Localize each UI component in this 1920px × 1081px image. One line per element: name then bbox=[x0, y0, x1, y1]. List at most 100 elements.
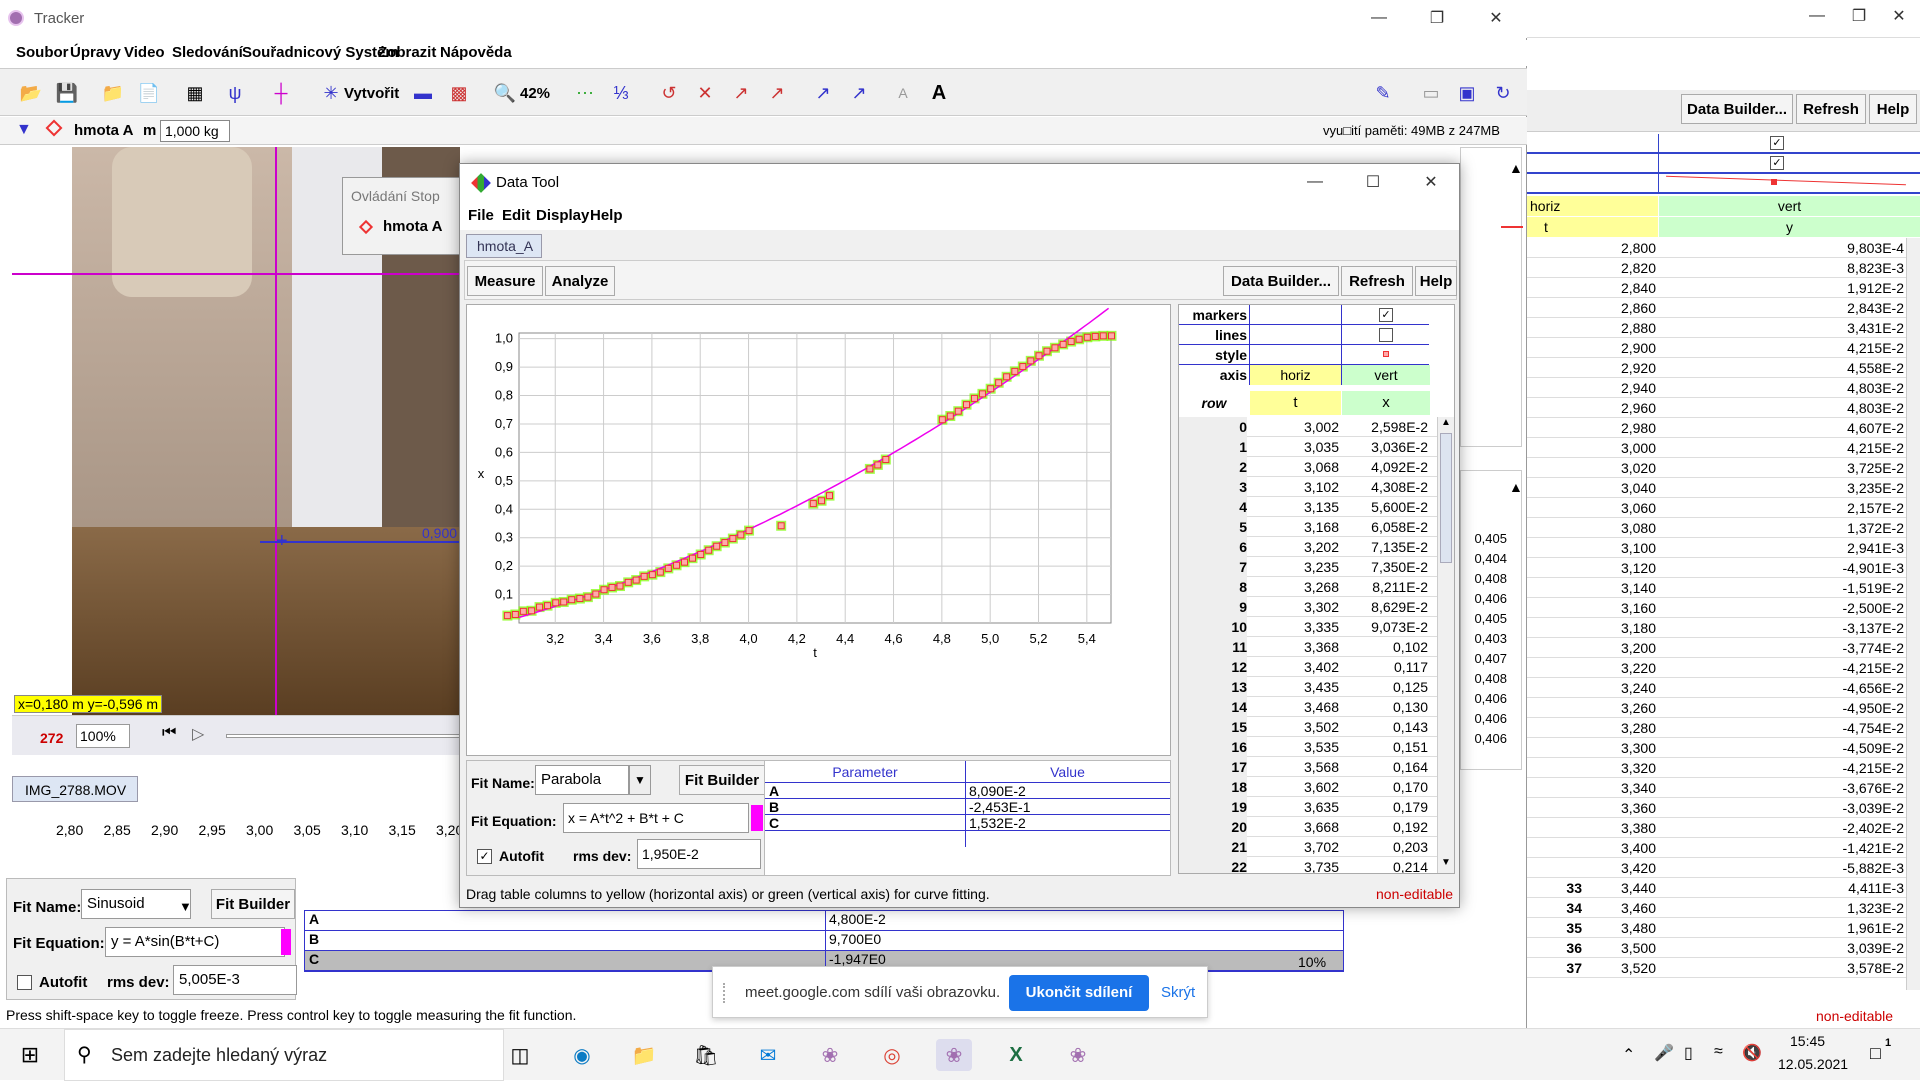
x-cell[interactable]: 0,170 bbox=[1342, 777, 1428, 797]
t-cell[interactable]: 3,535 bbox=[1250, 737, 1339, 757]
x-cell[interactable]: 8,211E-2 bbox=[1342, 577, 1428, 597]
tracker-param-table[interactable]: A 4,800E-2 B 9,700E0 C -1,947E0 bbox=[304, 910, 1344, 972]
x-cell[interactable]: 0,192 bbox=[1342, 817, 1428, 837]
table-row[interactable]: 21 3,702 0,203 bbox=[1179, 837, 1437, 857]
track-name[interactable]: hmota A bbox=[74, 122, 133, 139]
table-row[interactable]: 11 3,368 0,102 bbox=[1179, 637, 1437, 657]
measure-button[interactable]: Measure bbox=[467, 266, 543, 296]
bg-table-row[interactable]: 35 3,480 1,961E-2 bbox=[1526, 918, 1906, 938]
t-cell[interactable]: 3,635 bbox=[1250, 797, 1339, 817]
bg-t-cell[interactable]: 3,200 bbox=[1586, 638, 1656, 658]
bg-t-cell[interactable]: 3,060 bbox=[1586, 498, 1656, 518]
bg-y-cell[interactable]: -4,215E-2 bbox=[1662, 758, 1904, 778]
t-cell[interactable]: 3,302 bbox=[1250, 597, 1339, 617]
bg-t-cell[interactable]: 3,220 bbox=[1586, 658, 1656, 678]
menu-6[interactable]: Nápověda bbox=[440, 40, 512, 66]
bg-y-cell[interactable]: 4,803E-2 bbox=[1662, 398, 1904, 418]
x-cell[interactable]: 0,164 bbox=[1342, 757, 1428, 777]
bg-y-cell[interactable]: -3,676E-2 bbox=[1662, 778, 1904, 798]
play-icon[interactable]: ▷ bbox=[192, 724, 204, 744]
rate-field[interactable]: 100% bbox=[76, 724, 130, 748]
bg-t-cell[interactable]: 3,460 bbox=[1586, 898, 1656, 918]
close-icon[interactable]: ✕ bbox=[1408, 166, 1454, 198]
menu-5[interactable]: Zobrazit bbox=[378, 40, 436, 66]
bg-table-row[interactable]: 3,240 -4,656E-2 bbox=[1526, 678, 1906, 698]
bg-y-cell[interactable]: 4,215E-2 bbox=[1662, 338, 1904, 358]
dt-menu-0[interactable]: File bbox=[468, 202, 494, 230]
window-icon[interactable]: ▣ bbox=[1454, 81, 1480, 105]
bg-y-cell[interactable]: 3,039E-2 bbox=[1662, 938, 1904, 958]
restore-icon[interactable]: ❐ bbox=[1414, 2, 1460, 34]
bg-t-cell[interactable]: 3,140 bbox=[1586, 578, 1656, 598]
bg-y-cell[interactable]: -2,500E-2 bbox=[1662, 598, 1904, 618]
t-col-header[interactable]: t bbox=[1250, 391, 1341, 415]
x-cell[interactable]: 0,151 bbox=[1342, 737, 1428, 757]
t-cell[interactable]: 3,502 bbox=[1250, 717, 1339, 737]
bg-t-cell[interactable]: 2,880 bbox=[1586, 318, 1656, 338]
bg-t-cell[interactable]: 3,480 bbox=[1586, 918, 1656, 938]
bg-t-cell[interactable]: 2,920 bbox=[1586, 358, 1656, 378]
t-cell[interactable]: 3,268 bbox=[1250, 577, 1339, 597]
save-icon[interactable]: 💾 bbox=[54, 81, 80, 105]
x-cell[interactable]: 7,350E-2 bbox=[1342, 557, 1428, 577]
tracker-app2-icon[interactable]: ❀ bbox=[1060, 1039, 1096, 1071]
x-cell[interactable]: 9,073E-2 bbox=[1342, 617, 1428, 637]
tray-chevron-icon[interactable]: ⌃ bbox=[1622, 1045, 1635, 1065]
bg-y-cell[interactable]: 3,431E-2 bbox=[1662, 318, 1904, 338]
tab-hmota-a[interactable]: hmota_A bbox=[466, 234, 542, 258]
table-row[interactable]: 17 3,568 0,164 bbox=[1179, 757, 1437, 777]
menu-3[interactable]: Sledování bbox=[172, 40, 243, 66]
bg-table-row[interactable]: 2,920 4,558E-2 bbox=[1526, 358, 1906, 378]
bg-y-cell[interactable]: -4,754E-2 bbox=[1662, 718, 1904, 738]
bg-refresh-button[interactable]: Refresh bbox=[1796, 94, 1866, 124]
windows-start-icon[interactable]: ⊞ bbox=[12, 1039, 48, 1071]
mail-icon[interactable]: ✉ bbox=[750, 1039, 786, 1071]
bg-markers-checkbox[interactable]: ✓ bbox=[1770, 136, 1784, 150]
x-cell[interactable]: 3,036E-2 bbox=[1342, 437, 1428, 457]
plot-panel[interactable]: 3,2 3,4 3,6 3,8 4,0 4,2 4,4 4,6 4,8 5,0 5,2 5,4 0,1 0… bbox=[466, 304, 1171, 756]
bg-table-row[interactable]: 2,980 4,607E-2 bbox=[1526, 418, 1906, 438]
bg-t-cell[interactable]: 3,280 bbox=[1586, 718, 1656, 738]
fit-plot[interactable]: 3,2 3,4 3,6 3,8 4,0 4,2 4,4 4,6 4,8 5,0 5,2 5,4 0,1 0… bbox=[467, 305, 1170, 755]
dt-menu-2[interactable]: Display bbox=[536, 202, 589, 230]
table-scrollbar[interactable]: ▲ ▼ bbox=[1437, 417, 1454, 873]
bg-table-row[interactable]: 2,900 4,215E-2 bbox=[1526, 338, 1906, 358]
bg-t-cell[interactable]: 3,440 bbox=[1586, 878, 1656, 898]
wifi-icon[interactable]: ≈ bbox=[1714, 1043, 1723, 1061]
bg-t-cell[interactable]: 2,980 bbox=[1586, 418, 1656, 438]
bg-table-row[interactable]: 2,960 4,803E-2 bbox=[1526, 398, 1906, 418]
bg-table-row[interactable]: 3,100 2,941E-3 bbox=[1526, 538, 1906, 558]
position-icon[interactable]: ↺ bbox=[656, 81, 682, 105]
table-row[interactable]: 19 3,635 0,179 bbox=[1179, 797, 1437, 817]
fit-param-table[interactable]: Parameter Value A 8,090E-2 B -2,453E-1 C 1,53… bbox=[764, 760, 1171, 876]
x-cell[interactable]: 5,600E-2 bbox=[1342, 497, 1428, 517]
control-panel-track[interactable]: hmota A bbox=[383, 218, 442, 235]
bg-y-cell[interactable]: 1,961E-2 bbox=[1662, 918, 1904, 938]
frame-number[interactable]: 272 bbox=[40, 730, 63, 746]
bg-y-cell[interactable]: 8,823E-3 bbox=[1662, 258, 1904, 278]
data-builder-button[interactable]: Data Builder... bbox=[1223, 266, 1339, 296]
bg-t-cell[interactable]: 3,300 bbox=[1586, 738, 1656, 758]
bg-y-cell[interactable]: 2,843E-2 bbox=[1662, 298, 1904, 318]
minimize-icon[interactable]: — bbox=[1292, 166, 1338, 198]
bg-table-row[interactable]: 3,080 1,372E-2 bbox=[1526, 518, 1906, 538]
xmass2-icon[interactable]: ↗ bbox=[846, 81, 872, 105]
fit-builder-button[interactable]: Fit Builder bbox=[211, 889, 295, 919]
menu-0[interactable]: Soubor bbox=[16, 40, 69, 66]
close-icon[interactable]: ✕ bbox=[1876, 0, 1920, 32]
maximize-icon[interactable]: ☐ bbox=[1350, 166, 1396, 198]
stop-sharing-button[interactable]: Ukončit sdílení bbox=[1009, 975, 1149, 1011]
scroll-down-icon[interactable]: ▼ bbox=[1441, 857, 1451, 868]
bg-t-cell[interactable]: 3,160 bbox=[1586, 598, 1656, 618]
excel-icon[interactable]: X bbox=[998, 1039, 1034, 1071]
bg-y-cell[interactable]: 4,803E-2 bbox=[1662, 378, 1904, 398]
table-row[interactable]: 5 3,168 6,058E-2 bbox=[1179, 517, 1437, 537]
bg-table-row[interactable]: 3,320 -4,215E-2 bbox=[1526, 758, 1906, 778]
bg-y-cell[interactable]: -4,901E-3 bbox=[1662, 558, 1904, 578]
bg-y-cell[interactable]: -5,882E-3 bbox=[1662, 858, 1904, 878]
param-percent[interactable]: 10% bbox=[1298, 954, 1326, 970]
param-row[interactable]: C 1,532E-2 bbox=[765, 815, 1170, 831]
scroll-thumb[interactable] bbox=[1440, 433, 1452, 563]
bg-table-row[interactable]: 2,940 4,803E-2 bbox=[1526, 378, 1906, 398]
bg-data-table[interactable]: ✓ ✓ horiz vert t y 2,800 9,803E-4 2,820 8,8… bbox=[1526, 134, 1920, 1024]
